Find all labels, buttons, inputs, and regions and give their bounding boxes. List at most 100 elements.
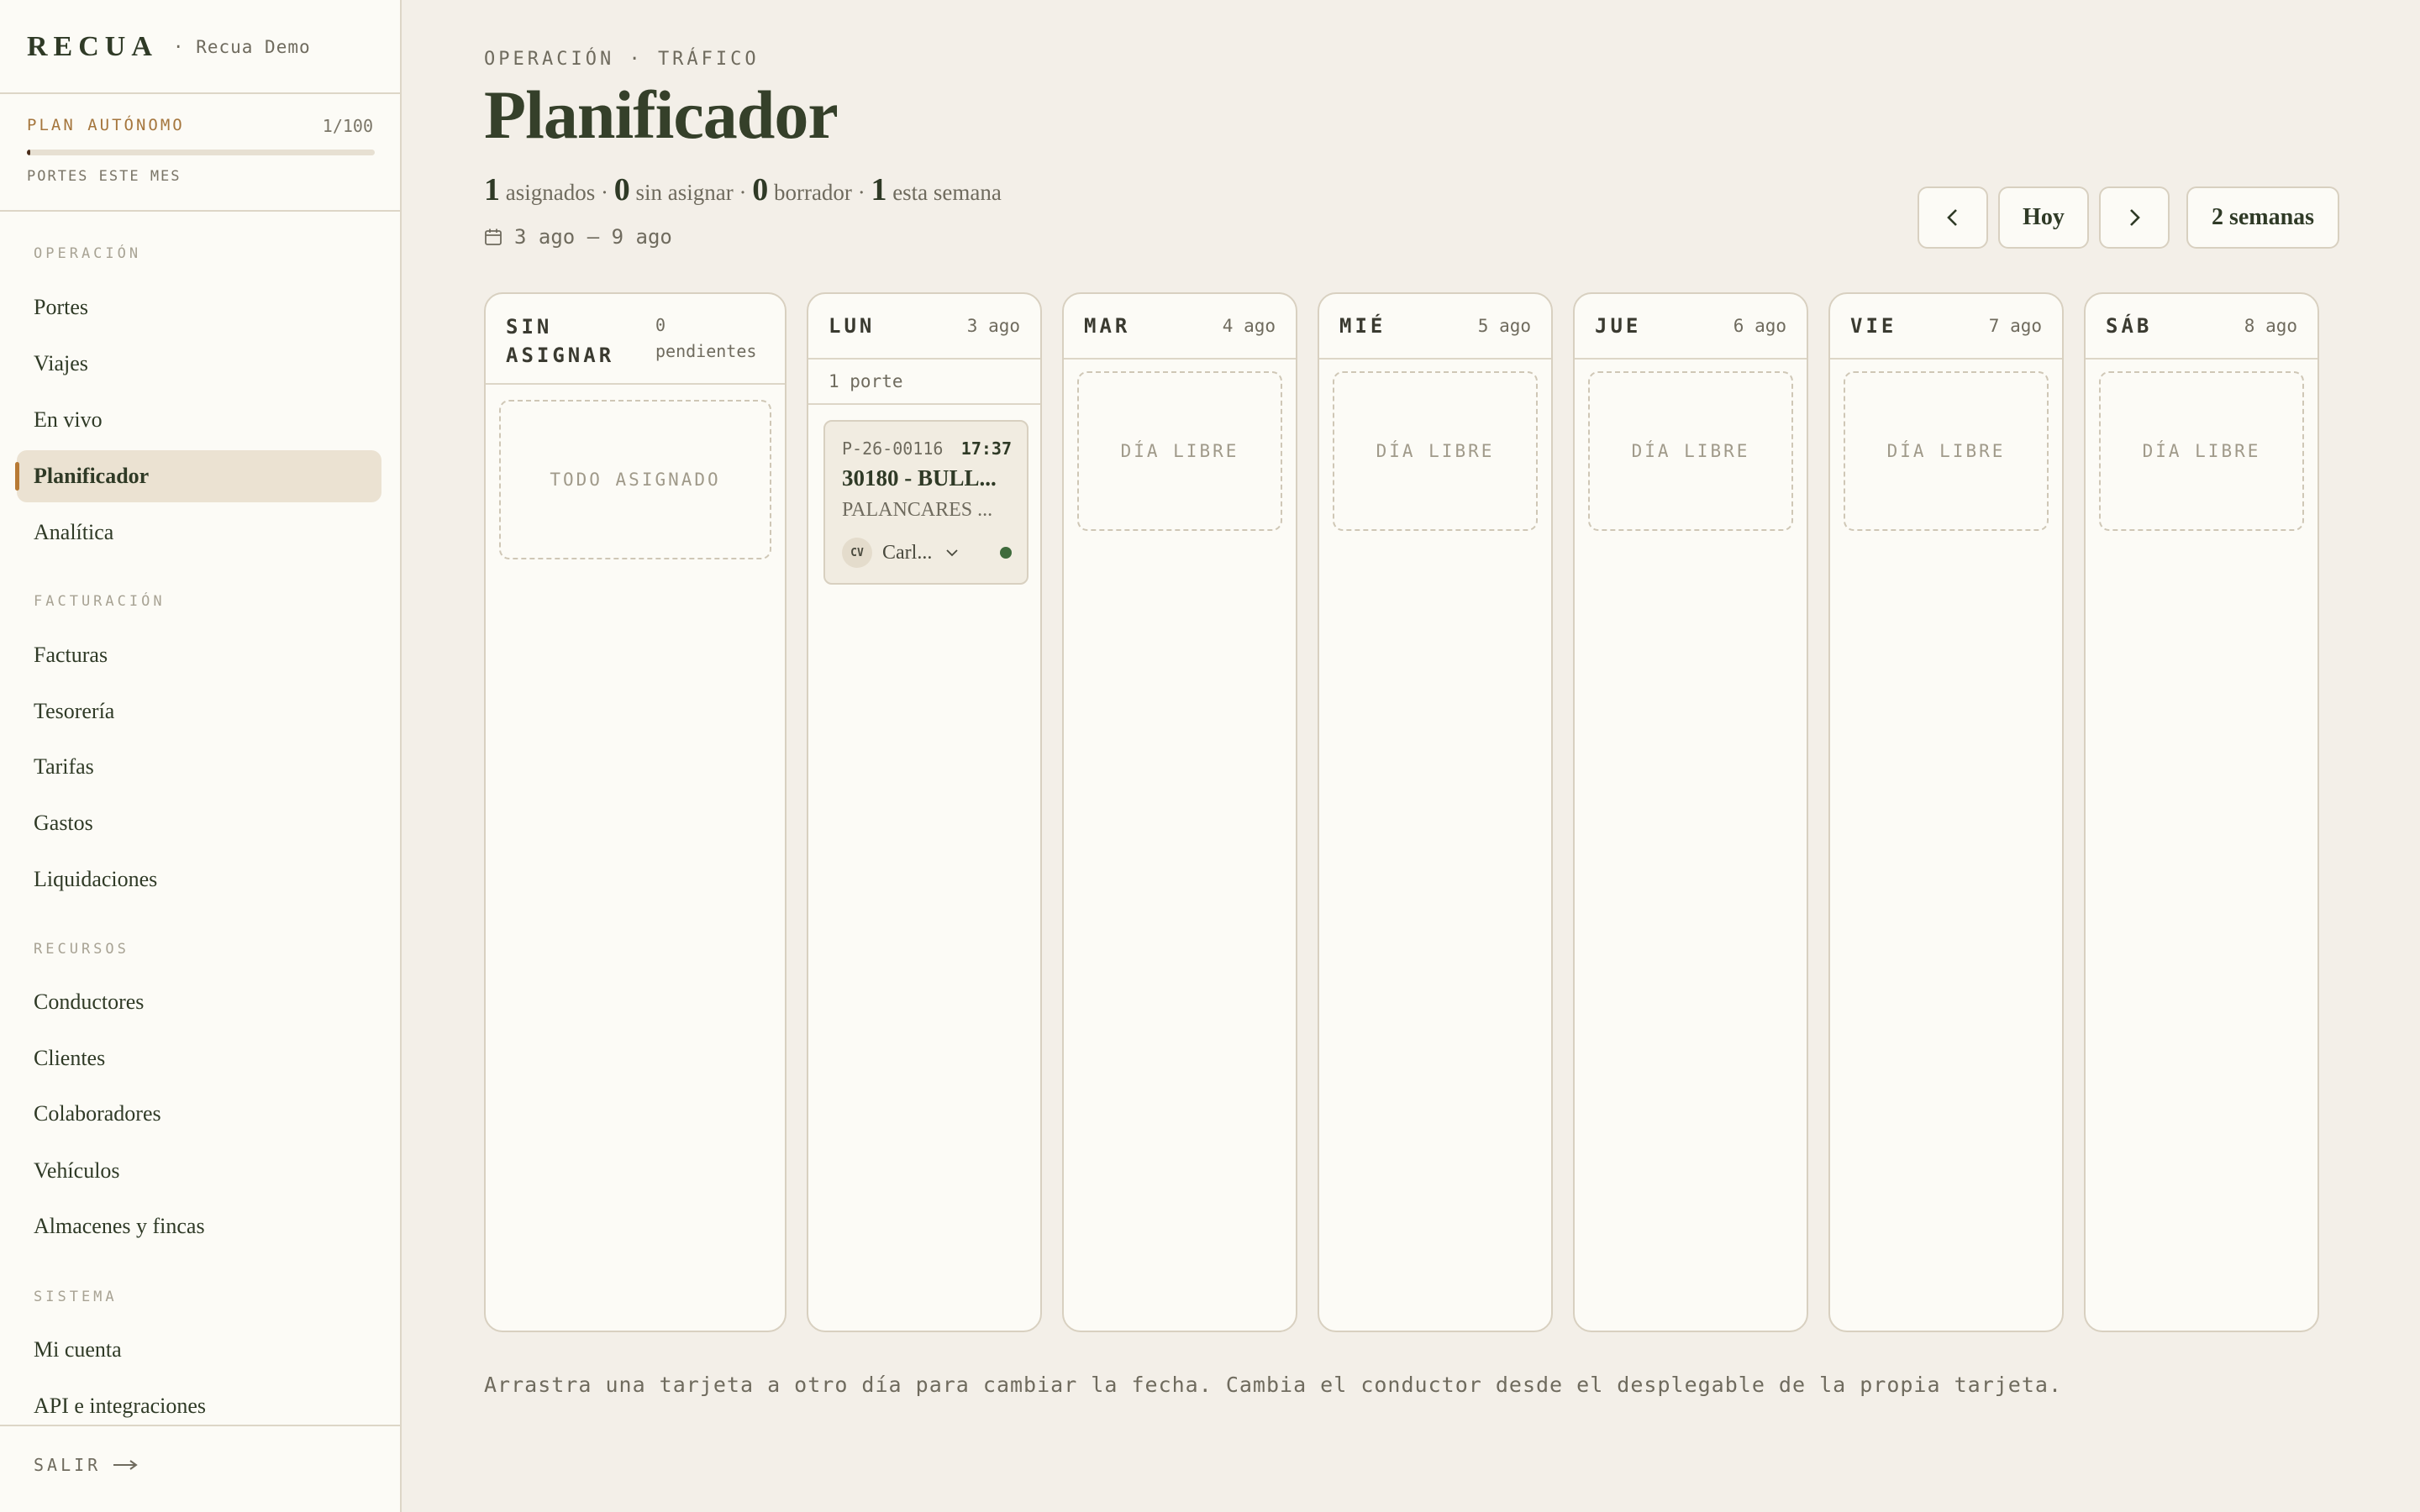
shipment-title: 30180 - BULL... [842,465,997,491]
sidebar-item-gastos[interactable]: Gastos [34,806,93,840]
status-dot [1000,547,1012,559]
sidebar-item-vehiculos[interactable]: Vehículos [34,1154,120,1188]
sidebar-item-api[interactable]: API e integraciones [34,1389,206,1423]
day-date: 7 ago [1988,316,2042,336]
sidebar: RECUA · Recua Demo PLAN AUTÓNOMO 1/100 P… [0,0,402,1512]
day-name: VIE [1850,314,1897,338]
stats-summary: 1 asignados · 0 sin asignar · 0 borrador… [484,172,1002,207]
day-name: JUE [1595,314,1642,338]
shipment-card[interactable]: P-26-00116 17:37 30180 - BULL... PALANCA… [823,420,1028,585]
day-name: LUN [829,314,876,338]
pending-count-label: pendientes [655,341,757,361]
sidebar-divider [0,92,402,94]
stat-draft-value: 0 [752,172,769,207]
view-range-button[interactable]: 2 semanas [2186,186,2339,249]
day-column-mie[interactable]: MIÉ 5 ago DÍA LIBRE [1318,292,1553,1332]
unassigned-column[interactable]: SIN ASIGNAR 0 pendientes TODO ASIGNADO [484,292,786,1332]
sidebar-item-colaboradores[interactable]: Colaboradores [34,1097,161,1131]
organization-name: · Recua Demo [172,37,311,57]
nav-section-sistema: SISTEMA [34,1289,118,1305]
sidebar-item-en-vivo[interactable]: En vivo [34,403,103,437]
day-column-lun[interactable]: LUN 3 ago 1 porte P-26-00116 17:37 30180… [807,292,1042,1332]
day-date: 5 ago [1477,316,1531,336]
logout-label: SALIR [34,1455,102,1475]
driver-name: Carl... [882,541,933,564]
empty-state: DÍA LIBRE [2099,371,2304,531]
shipment-time: 17:37 [960,438,1012,459]
page-title: Planificador [484,76,839,153]
nav-section-operacion: OPERACIÓN [34,245,142,262]
column-header: LUN 3 ago [808,294,1040,360]
stat-assigned-value: 1 [484,172,500,207]
brand-logo[interactable]: RECUA [27,31,158,63]
column-title-line: ASIGNAR [506,344,615,367]
sidebar-item-tarifas[interactable]: Tarifas [34,750,94,784]
stat-unassigned-value: 0 [613,172,630,207]
driver-avatar: CV [842,538,872,568]
stat-assigned-label: asignados [505,180,596,205]
plan-progress-fill [27,150,31,155]
column-header: JUE 6 ago [1575,294,1807,360]
driver-select[interactable]: CV Carl... [842,536,1002,570]
shipment-subtitle: PALANCARES ... [842,499,993,521]
arrow-right-icon [113,1460,138,1470]
next-button[interactable] [2099,186,2170,249]
pending-count: 0 pendientes [655,312,756,365]
plan-subtitle: PORTES ESTE MES [27,168,182,185]
day-column-vie[interactable]: VIE 7 ago DÍA LIBRE [1828,292,2064,1332]
sidebar-item-analitica[interactable]: Analítica [34,516,113,549]
nav-section-facturacion: FACTURACIÓN [34,593,166,610]
logout-button[interactable]: SALIR [34,1455,138,1475]
chevron-right-icon [2130,209,2140,226]
sidebar-item-viajes[interactable]: Viajes [34,347,88,381]
plan-progress-bar [27,150,375,155]
sidebar-divider [0,1425,402,1426]
sidebar-item-facturas[interactable]: Facturas [34,638,108,672]
date-range-label: 3 ago — 9 ago [514,225,672,249]
today-button[interactable]: Hoy [1998,186,2089,249]
chevron-left-icon [1947,209,1957,226]
column-header: MAR 4 ago [1064,294,1296,360]
day-name: MIÉ [1339,314,1386,338]
day-column-mar[interactable]: MAR 4 ago DÍA LIBRE [1062,292,1297,1332]
empty-state: TODO ASIGNADO [499,400,771,559]
nav-section-recursos: RECURSOS [34,941,129,958]
day-date: 3 ago [966,316,1020,336]
empty-state: DÍA LIBRE [1588,371,1793,531]
day-date: 8 ago [2244,316,2297,336]
stat-unassigned-label: sin asignar [635,180,734,205]
sidebar-item-liquidaciones[interactable]: Liquidaciones [34,863,157,896]
column-header: SIN ASIGNAR 0 pendientes [486,294,785,385]
stat-week-label: esta semana [892,180,1002,205]
sidebar-item-conductores[interactable]: Conductores [34,985,144,1019]
chevron-down-icon [946,549,958,557]
column-title-line: SIN [506,315,553,339]
day-column-sab[interactable]: SÁB 8 ago DÍA LIBRE [2084,292,2319,1332]
stat-draft-label: borrador [773,180,852,205]
day-date: 6 ago [1733,316,1786,336]
sidebar-item-mi-cuenta[interactable]: Mi cuenta [34,1333,122,1367]
sidebar-item-almacenes[interactable]: Almacenes y fincas [34,1210,205,1243]
empty-state: DÍA LIBRE [1077,371,1282,531]
sidebar-item-portes[interactable]: Portes [34,291,88,324]
plan-count: 1/100 [322,116,373,136]
nav-active-indicator [15,462,19,491]
column-title: SIN ASIGNAR [506,312,614,370]
column-header: VIE 7 ago [1830,294,2062,360]
help-hint: Arrastra una tarjeta a otro día para cam… [484,1373,2062,1397]
calendar-icon [485,228,502,245]
brand[interactable]: RECUA · Recua Demo [27,29,311,66]
plan-label: PLAN AUTÓNOMO [27,116,185,134]
page-eyebrow: OPERACIÓN · TRÁFICO [484,49,760,70]
day-summary: 1 porte [808,358,1040,405]
previous-button[interactable] [1918,186,1988,249]
column-header: SÁB 8 ago [2086,294,2317,360]
pending-count-value: 0 [655,315,666,335]
day-name: SÁB [2106,314,2153,338]
date-range: 3 ago — 9 ago [484,225,672,249]
stat-week-value: 1 [871,172,887,207]
day-column-jue[interactable]: JUE 6 ago DÍA LIBRE [1573,292,1808,1332]
sidebar-item-tesoreria[interactable]: Tesorería [34,695,114,728]
sidebar-item-planificador[interactable]: Planificador [34,459,149,493]
sidebar-item-clientes[interactable]: Clientes [34,1042,105,1075]
